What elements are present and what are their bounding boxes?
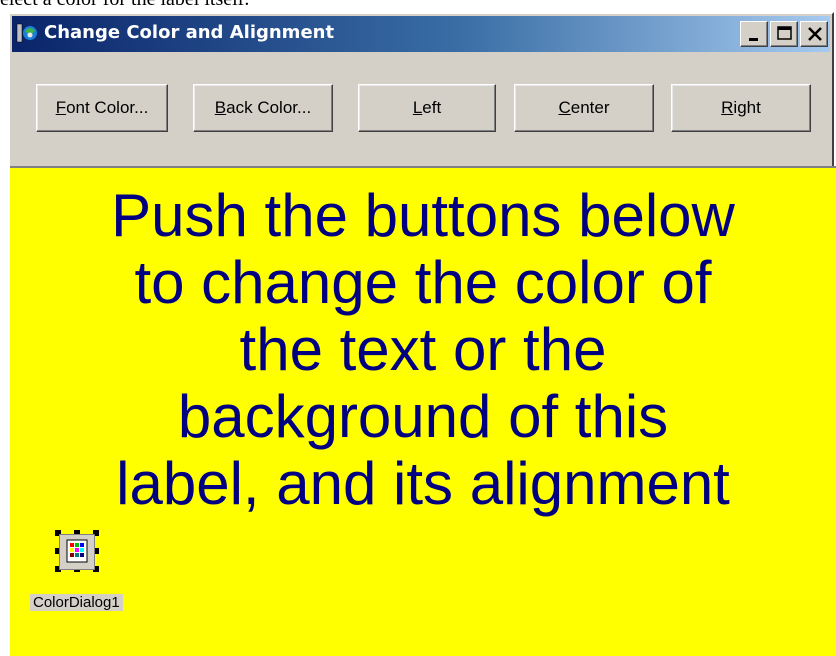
right-align-button[interactable]: Right <box>671 84 811 132</box>
right-align-button-label: Right <box>721 98 761 117</box>
back-color-button-label: Back Color... <box>214 98 312 117</box>
color-label[interactable]: Push the buttons below to change the col… <box>10 166 836 656</box>
center-align-button[interactable]: Center <box>514 84 654 132</box>
app-window: Change Color and Alignment Font Color...… <box>8 12 836 656</box>
left-align-button[interactable]: Left <box>358 84 496 132</box>
app-icon <box>16 22 38 44</box>
label-text: Push the buttons below to change the col… <box>111 182 735 517</box>
maximize-icon[interactable] <box>770 21 798 47</box>
button-bar: Font Color... Back Color... Left Center … <box>10 54 832 166</box>
font-color-button[interactable]: Font Color... <box>36 84 168 132</box>
font-color-button-label: Font Color... <box>55 98 149 117</box>
close-icon[interactable] <box>800 21 828 47</box>
center-align-button-label: Center <box>558 98 610 117</box>
page-caption: elect a color for the label itself. <box>0 0 836 12</box>
minimize-icon[interactable] <box>740 21 768 47</box>
title-bar[interactable]: Change Color and Alignment <box>12 16 830 52</box>
back-color-button[interactable]: Back Color... <box>193 84 333 132</box>
component-name: ColorDialog1 <box>30 594 123 611</box>
window-title: Change Color and Alignment <box>44 22 335 43</box>
color-dialog-icon <box>59 534 95 570</box>
left-align-button-label: Left <box>412 98 442 117</box>
color-dialog-component[interactable] <box>55 530 99 572</box>
